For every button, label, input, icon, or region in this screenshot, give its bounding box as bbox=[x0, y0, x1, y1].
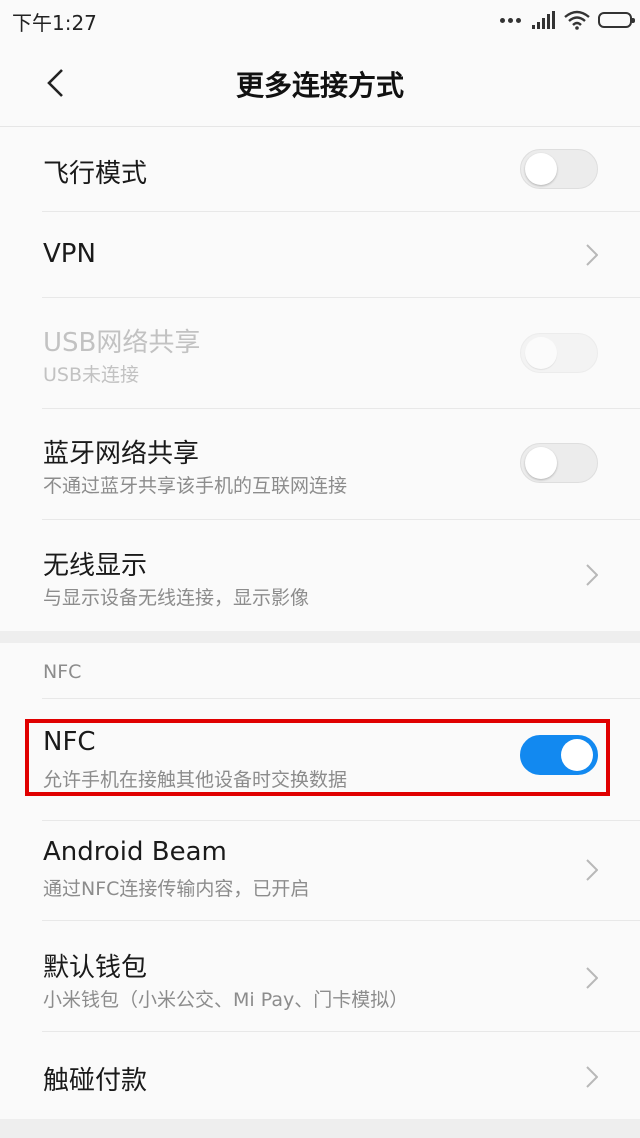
usb-tethering-subtitle: USB未连接 bbox=[43, 364, 140, 386]
header: 更多连接方式 bbox=[0, 40, 640, 126]
section-gap bbox=[0, 631, 640, 643]
bluetooth-tethering-title: 蓝牙网络共享 bbox=[43, 439, 200, 469]
chevron-right-icon bbox=[584, 965, 600, 991]
page-title: 更多连接方式 bbox=[235, 69, 404, 102]
airplane-mode-toggle[interactable] bbox=[520, 149, 598, 189]
bluetooth-tethering-subtitle: 不通过蓝牙共享该手机的互联网连接 bbox=[43, 475, 348, 497]
chevron-right-icon bbox=[584, 857, 600, 883]
nfc-section-header: NFC bbox=[0, 643, 640, 699]
nfc-section: NFC NFC 允许手机在接触其他设备时交换数据 Android Beam 通过… bbox=[0, 643, 640, 1119]
battery-icon bbox=[598, 12, 635, 28]
tap-and-pay-row[interactable]: 触碰付款 bbox=[0, 1032, 640, 1119]
android-beam-subtitle: 通过NFC连接传输内容，已开启 bbox=[43, 878, 310, 900]
usb-tethering-title: USB网络共享 bbox=[43, 328, 201, 358]
chevron-right-icon bbox=[584, 1064, 600, 1090]
default-wallet-subtitle: 小米钱包（小米公交、Mi Pay、门卡模拟） bbox=[43, 989, 409, 1011]
wireless-display-row[interactable]: 无线显示 与显示设备无线连接，显示影像 bbox=[0, 520, 640, 631]
nfc-section-label: NFC bbox=[43, 661, 82, 683]
more-dots-icon bbox=[500, 17, 524, 23]
status-time: 下午1:27 bbox=[12, 11, 97, 35]
chevron-right-icon bbox=[584, 242, 600, 268]
nfc-highlight-box bbox=[25, 719, 610, 796]
bottom-gap bbox=[0, 1119, 640, 1138]
wifi-icon bbox=[564, 10, 590, 30]
signal-icon bbox=[532, 11, 555, 29]
chevron-right-icon bbox=[584, 562, 600, 588]
vpn-title: VPN bbox=[43, 239, 96, 269]
bluetooth-tethering-toggle[interactable] bbox=[520, 443, 598, 483]
connections-section: 飞行模式 VPN USB网络共享 USB未连接 蓝牙网络共享 不通过蓝牙共享该手… bbox=[0, 127, 640, 631]
usb-tethering-row: USB网络共享 USB未连接 bbox=[0, 298, 640, 409]
default-wallet-row[interactable]: 默认钱包 小米钱包（小米公交、Mi Pay、门卡模拟） bbox=[0, 921, 640, 1032]
android-beam-row[interactable]: Android Beam 通过NFC连接传输内容，已开启 bbox=[0, 821, 640, 921]
vpn-row[interactable]: VPN bbox=[0, 212, 640, 298]
wireless-display-subtitle: 与显示设备无线连接，显示影像 bbox=[43, 587, 310, 609]
airplane-mode-row[interactable]: 飞行模式 bbox=[0, 127, 640, 212]
wireless-display-title: 无线显示 bbox=[43, 551, 148, 581]
bluetooth-tethering-row[interactable]: 蓝牙网络共享 不通过蓝牙共享该手机的互联网连接 bbox=[0, 409, 640, 520]
android-beam-title: Android Beam bbox=[43, 837, 227, 867]
tap-and-pay-title: 触碰付款 bbox=[43, 1066, 148, 1096]
status-icons bbox=[492, 6, 635, 34]
usb-tethering-toggle bbox=[520, 333, 598, 373]
status-bar: 下午1:27 bbox=[0, 0, 640, 40]
default-wallet-title: 默认钱包 bbox=[43, 953, 148, 983]
airplane-mode-title: 飞行模式 bbox=[43, 159, 148, 189]
